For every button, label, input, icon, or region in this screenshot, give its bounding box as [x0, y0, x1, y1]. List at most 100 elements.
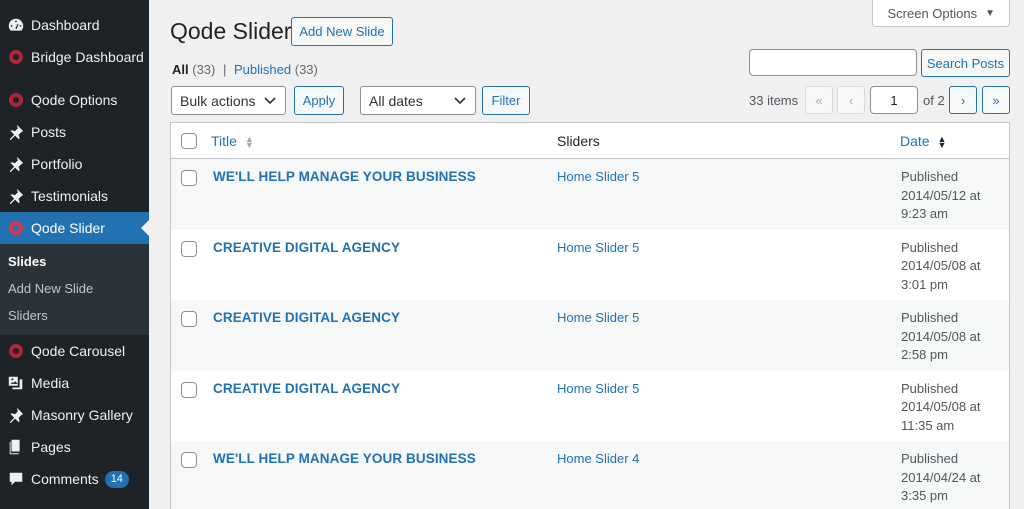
- menu-label: Posts: [31, 124, 67, 140]
- menu-testimonials[interactable]: Testimonials: [0, 180, 149, 212]
- submenu-slides[interactable]: Slides: [0, 248, 149, 275]
- chevron-down-icon: [453, 93, 467, 110]
- next-page-button[interactable]: ›: [949, 86, 977, 114]
- last-page-button[interactable]: »: [982, 86, 1010, 114]
- qode-icon: [6, 341, 26, 361]
- menu-posts[interactable]: Posts: [0, 116, 149, 148]
- total-pages: of 2: [923, 93, 945, 108]
- row-date-value: 2014/05/08 at: [901, 328, 981, 344]
- bulk-actions-value: Bulk actions: [180, 92, 256, 109]
- column-date-header[interactable]: Date ▲ ▼: [900, 133, 947, 151]
- menu-masonry-gallery[interactable]: Masonry Gallery: [0, 399, 149, 431]
- filter-published[interactable]: Published: [234, 62, 291, 77]
- select-all-checkbox[interactable]: [181, 133, 197, 149]
- status-filter-links: All (33) | Published (33): [172, 62, 318, 77]
- menu-comments[interactable]: Comments 14: [0, 463, 149, 495]
- menu-pages[interactable]: Pages: [0, 431, 149, 463]
- row-date-value: 2014/05/08 at: [901, 258, 981, 273]
- row-title-link[interactable]: CREATIVE DIGITAL AGENCY: [213, 240, 400, 255]
- menu-qode-slider[interactable]: Qode Slider: [0, 212, 149, 244]
- date-filter-select[interactable]: All dates: [360, 86, 476, 115]
- menu-bridge-dashboard[interactable]: Bridge Dashboard: [0, 41, 149, 73]
- pin-icon: [6, 154, 26, 174]
- row-checkbox[interactable]: [181, 240, 197, 257]
- slides-table: Title ▲ ▼ Sliders Date ▲ ▼ WE'LL HELP MANA…: [170, 122, 1010, 509]
- pin-icon: [6, 122, 26, 142]
- pages-icon: [6, 437, 26, 457]
- apply-button[interactable]: Apply: [294, 86, 344, 115]
- menu-label: Portfolio: [31, 156, 83, 172]
- qode-icon: [6, 218, 26, 238]
- row-slider-link[interactable]: Home Slider 5: [557, 240, 639, 255]
- row-slider-link[interactable]: Home Slider 4: [557, 451, 639, 466]
- row-date: Published 2014/05/08 at 2:58 pm: [901, 309, 981, 365]
- sort-desc-icon: ▲ ▼: [937, 134, 947, 151]
- search-input[interactable]: [749, 49, 917, 76]
- row-status: Published: [901, 451, 959, 466]
- table-row: WE'LL HELP MANAGE YOUR BUSINESS Home Sli…: [171, 159, 1009, 230]
- media-icon: [6, 373, 26, 393]
- menu-media[interactable]: Media: [0, 367, 149, 399]
- prev-page-button[interactable]: ‹: [837, 86, 865, 114]
- date-filter-value: All dates: [369, 92, 423, 109]
- pin-icon: [6, 405, 26, 425]
- first-page-button[interactable]: «: [805, 86, 833, 114]
- filter-all[interactable]: All: [172, 62, 189, 77]
- screen-options-label: Screen Options: [887, 5, 978, 21]
- row-checkbox[interactable]: [181, 452, 197, 468]
- bulk-actions-select[interactable]: Bulk actions: [171, 86, 286, 115]
- row-slider-link[interactable]: Home Slider 5: [557, 310, 639, 325]
- menu-qode-options[interactable]: Qode Options: [0, 84, 149, 116]
- add-new-slide-button[interactable]: Add New Slide: [291, 17, 393, 46]
- row-checkbox[interactable]: [181, 170, 197, 186]
- row-date: Published 2014/05/08 at 3:01 pm: [901, 239, 981, 295]
- row-time-value: 9:23 am: [901, 206, 948, 221]
- submenu-add-new-slide[interactable]: Add New Slide: [0, 275, 149, 302]
- row-title-link[interactable]: WE'LL HELP MANAGE YOUR BUSINESS: [213, 451, 476, 466]
- row-checkbox[interactable]: [181, 381, 197, 398]
- row-title-link[interactable]: CREATIVE DIGITAL AGENCY: [213, 310, 400, 325]
- qode-icon: [6, 90, 26, 110]
- column-title-label: Title: [211, 133, 237, 149]
- screen-options-button[interactable]: Screen Options ▼: [872, 0, 1010, 27]
- menu-label: Qode Slider: [31, 220, 105, 236]
- search-posts-button[interactable]: Search Posts: [921, 49, 1010, 77]
- menu-label: Dashboard: [31, 17, 100, 33]
- page-title: Qode Slider: [170, 18, 292, 44]
- row-date-value: 2014/05/08 at: [901, 399, 981, 414]
- menu-portfolio[interactable]: Portfolio: [0, 148, 149, 180]
- filter-button[interactable]: Filter: [482, 86, 530, 115]
- items-count: 33 items: [749, 93, 799, 108]
- chevron-down-icon: [263, 93, 277, 110]
- row-title-link[interactable]: WE'LL HELP MANAGE YOUR BUSINESS: [213, 169, 476, 184]
- row-date-value: 2014/05/12 at: [901, 187, 981, 203]
- row-title-link[interactable]: CREATIVE DIGITAL AGENCY: [213, 381, 400, 396]
- submenu-sliders[interactable]: Sliders: [0, 302, 149, 329]
- table-row: CREATIVE DIGITAL AGENCY Home Slider 5 Pu…: [171, 230, 1009, 301]
- row-date: Published 2014/05/12 at 9:23 am: [901, 168, 981, 224]
- menu-label: Comments: [31, 471, 99, 487]
- comments-count-badge: 14: [104, 470, 129, 488]
- column-date-label: Date: [900, 133, 930, 149]
- row-date-value: 2014/04/24 at: [901, 469, 981, 485]
- filter-all-count: (33): [192, 62, 216, 77]
- column-title-header[interactable]: Title ▲ ▼: [211, 133, 254, 150]
- row-slider-link[interactable]: Home Slider 5: [557, 381, 639, 396]
- menu-dashboard[interactable]: Dashboard: [0, 9, 149, 41]
- filter-published-count: (33): [294, 62, 318, 77]
- table-row: CREATIVE DIGITAL AGENCY Home Slider 5 Pu…: [171, 300, 1009, 371]
- row-status: Published: [901, 380, 959, 396]
- pin-icon: [6, 186, 26, 206]
- current-page-input[interactable]: 1: [870, 86, 918, 114]
- table-row: WE'LL HELP MANAGE YOUR BUSINESS Home Sli…: [171, 441, 1009, 509]
- row-checkbox[interactable]: [181, 311, 197, 327]
- row-time-value: 3:35 pm: [901, 488, 948, 503]
- menu-label: Media: [31, 375, 70, 391]
- admin-sidebar: Dashboard Bridge Dashboard Qode Options …: [0, 0, 149, 509]
- table-row: CREATIVE DIGITAL AGENCY Home Slider 5 Pu…: [171, 371, 1009, 442]
- qode-slider-submenu: Slides Add New Slide Sliders: [0, 244, 149, 335]
- menu-qode-carousel[interactable]: Qode Carousel: [0, 335, 149, 367]
- filter-separator: |: [223, 62, 227, 77]
- menu-label: Masonry Gallery: [31, 407, 133, 423]
- row-slider-link[interactable]: Home Slider 5: [557, 169, 639, 184]
